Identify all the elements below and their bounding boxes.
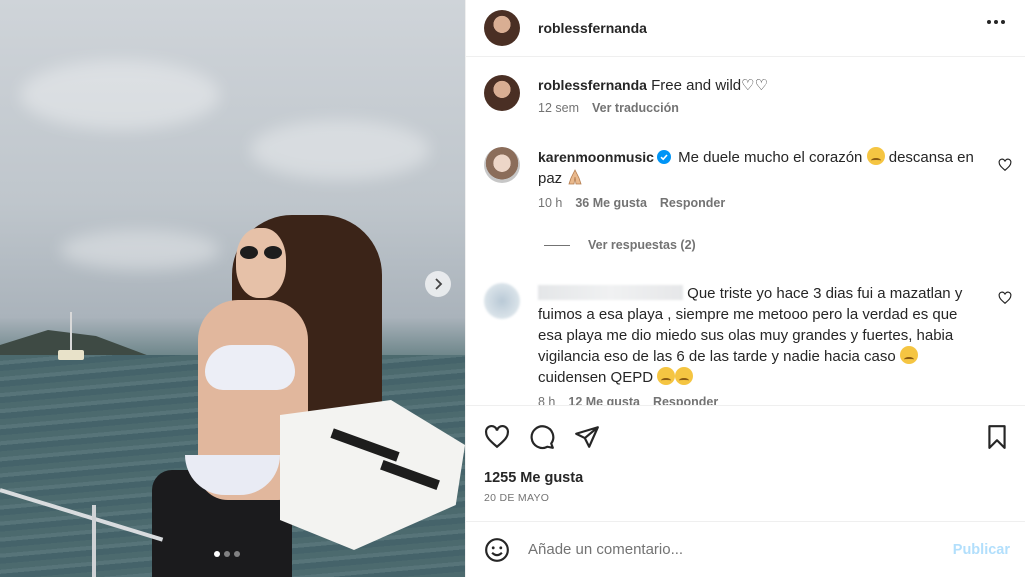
praying-hands-icon [568,169,582,185]
sunglasses [238,246,284,260]
cloud [250,120,430,180]
comment-time: 8 h [538,395,556,405]
carousel-dot [224,551,230,557]
cloud [20,60,220,130]
carousel-dot-active [214,551,220,557]
comment-input[interactable] [528,541,928,558]
caption-time: 12 sem [538,101,579,115]
post-author-username[interactable]: roblessfernanda [538,20,647,36]
verified-icon [656,150,671,164]
avatar[interactable] [484,10,520,46]
sailboat-mast [70,312,72,352]
replies-divider [544,244,570,246]
post-photo[interactable] [0,0,465,577]
sailboat [58,350,84,360]
carousel-indicator [214,551,240,557]
reply-button[interactable]: Responder [653,395,718,405]
caption-text: Free and wild♡♡ [651,77,769,94]
boat-rail-post [92,505,96,577]
heart-icon[interactable] [998,158,1012,172]
caption-username[interactable]: roblessfernanda [538,77,647,93]
person-face [236,228,286,298]
comments-list: roblessfernanda Free and wild♡♡ 12 sem V… [466,57,1025,405]
sad-emoji-icon [866,147,885,165]
comment-likes[interactable]: 36 Me gusta [575,196,647,210]
sad-emoji-icon [675,367,694,385]
cloud [60,230,220,270]
share-icon[interactable] [574,424,600,450]
comment-icon[interactable] [529,424,555,450]
more-icon[interactable] [987,20,1005,24]
avatar[interactable] [484,283,520,319]
publish-button[interactable]: Publicar [953,542,1010,558]
comment-time: 10 h [538,196,563,210]
view-replies-button[interactable]: Ver respuestas (2) [544,238,696,252]
bikini-top [205,345,295,390]
comment-row: Que triste yo hace 3 dias fui a mazatlan… [484,283,984,405]
carousel-next-button[interactable] [425,271,451,297]
likes-count[interactable]: 1255 Me gusta [484,470,583,486]
heart-icon[interactable] [998,291,1012,305]
heart-icon[interactable] [484,424,510,450]
carousel-dot [234,551,240,557]
avatar[interactable] [484,75,520,111]
bookmark-icon[interactable] [984,424,1010,450]
translate-link[interactable]: Ver traducción [592,101,679,115]
caption-row: roblessfernanda Free and wild♡♡ 12 sem V… [484,75,768,115]
comment-likes[interactable]: 12 Me gusta [568,395,640,405]
sad-emoji-icon [657,367,676,385]
post-header: roblessfernanda [466,0,1025,57]
comment-text-continued: cuidensen QEPD [538,369,654,386]
comment-composer: Publicar [466,521,1025,577]
emoji-icon[interactable] [484,537,510,563]
reply-button[interactable]: Responder [660,196,725,210]
sad-emoji-icon [899,346,918,364]
comment-text: Me duele mucho el corazón [678,149,863,166]
chevron-right-icon [435,278,443,290]
view-replies-label: Ver respuestas (2) [588,238,696,252]
post-sidebar: roblessfernanda roblessfernanda Free and… [465,0,1025,577]
post-date: 20 DE MAYO [484,492,550,504]
avatar[interactable] [484,147,520,183]
comment-username[interactable]: karenmoonmusic [538,149,654,165]
redacted-username[interactable] [538,285,683,300]
comment-row: karenmoonmusic Me duele mucho el corazón… [484,147,984,210]
